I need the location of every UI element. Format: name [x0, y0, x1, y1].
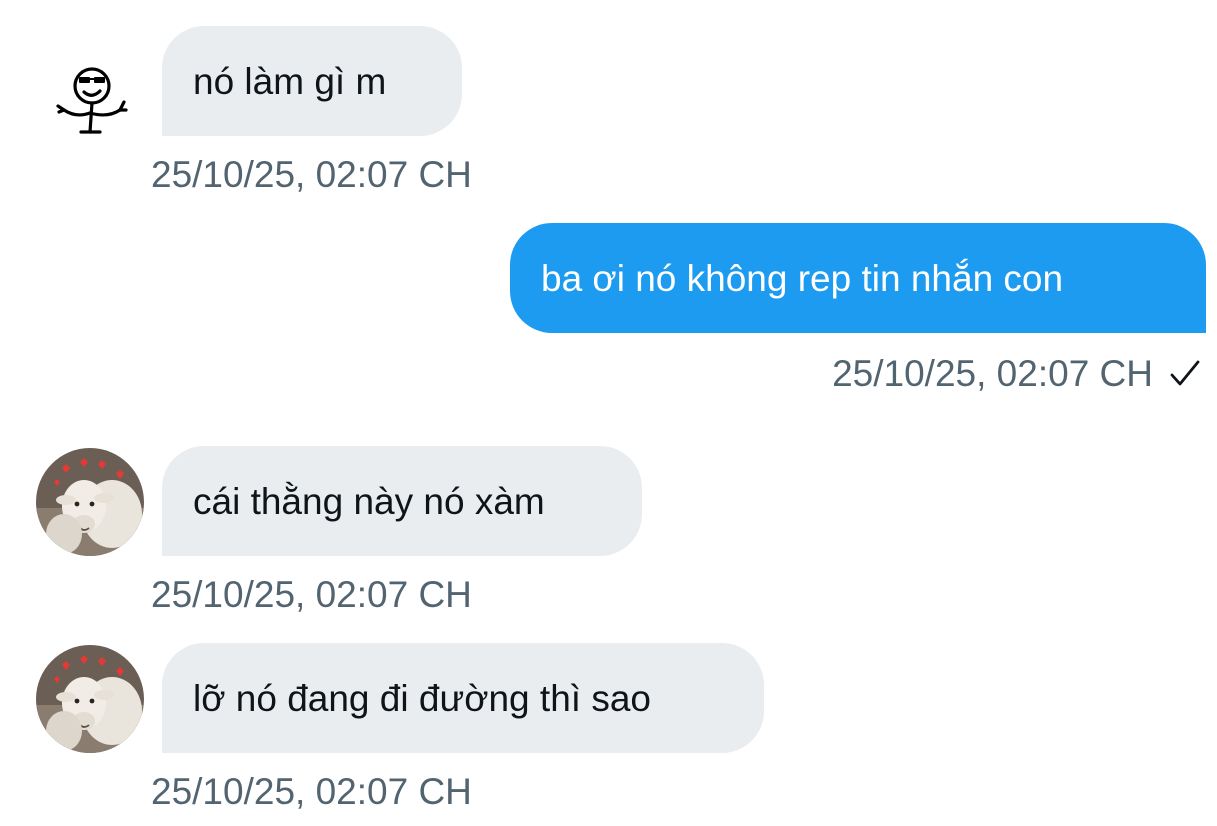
message-bubble-incoming[interactable]: lỡ nó đang đi đường thì sao	[162, 643, 764, 753]
message-text: lỡ nó đang đi đường thì sao	[193, 677, 651, 719]
message-text: cái thằng này nó xàm	[193, 480, 545, 522]
goat-avatar[interactable]	[36, 448, 144, 556]
goat-avatar[interactable]	[36, 645, 144, 753]
message-bubble-incoming[interactable]: cái thằng này nó xàm	[162, 446, 642, 556]
message-bubble-incoming[interactable]: nó làm gì m	[162, 26, 462, 136]
check-icon	[1170, 360, 1200, 386]
message-timestamp: 25/10/25, 02:07 CH	[151, 574, 472, 615]
message-timestamp: 25/10/25, 02:07 CH	[832, 353, 1153, 394]
stick-figure-sticker-icon[interactable]	[50, 66, 130, 136]
message-timestamp: 25/10/25, 02:07 CH	[151, 771, 472, 812]
message-bubble-outgoing[interactable]: ba ơi nó không rep tin nhắn con	[510, 223, 1206, 333]
message-timestamp: 25/10/25, 02:07 CH	[151, 154, 472, 195]
message-text: nó làm gì m	[193, 60, 387, 102]
message-text: ba ơi nó không rep tin nhắn con	[541, 257, 1064, 299]
